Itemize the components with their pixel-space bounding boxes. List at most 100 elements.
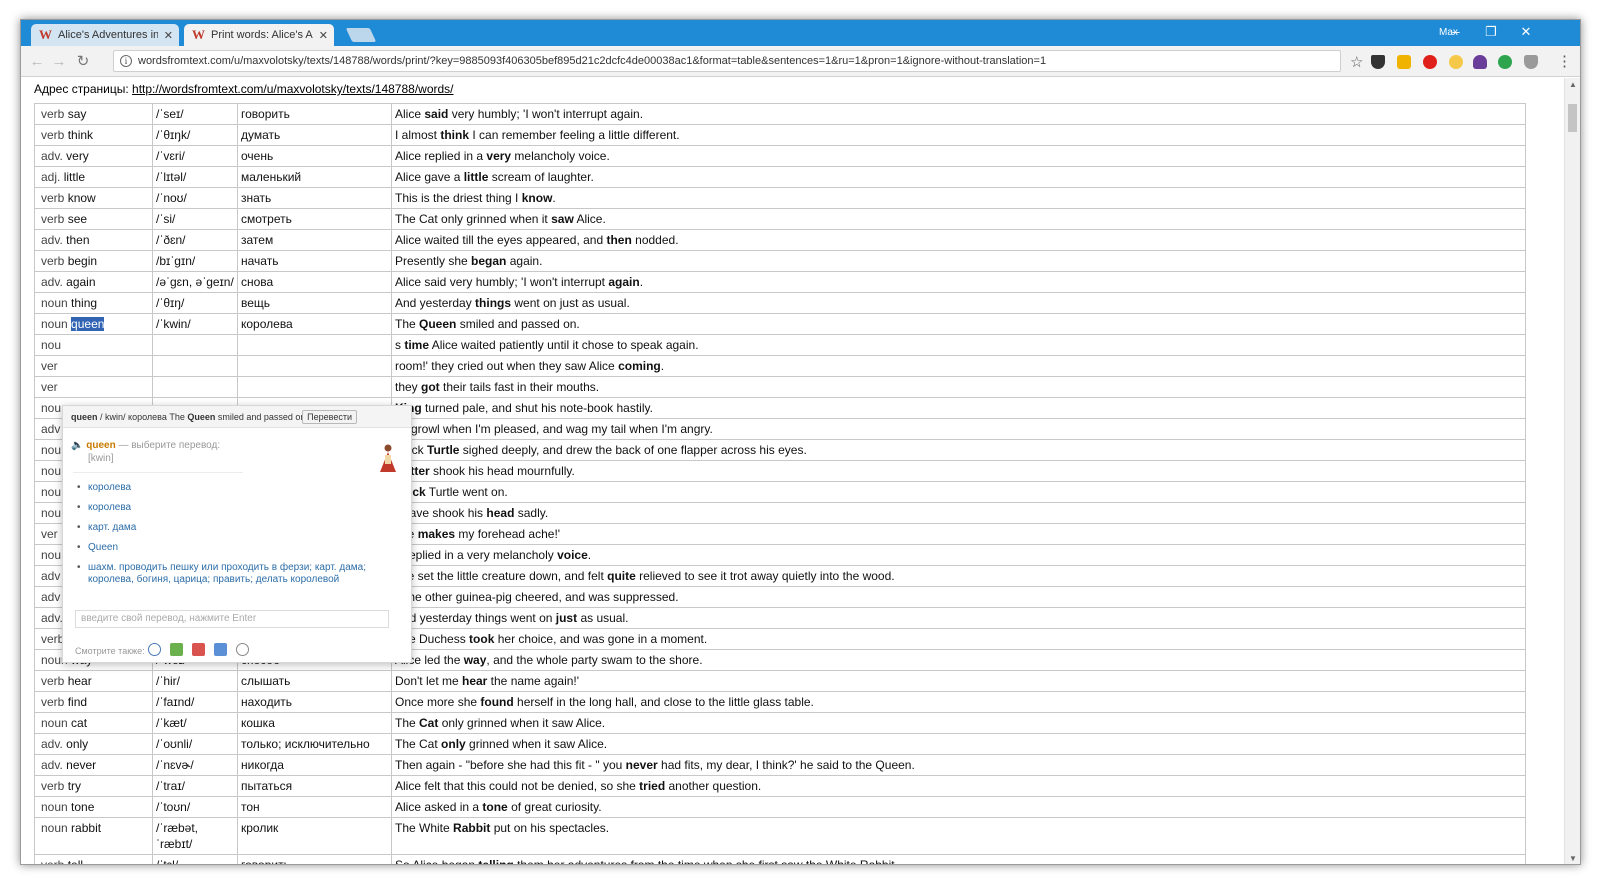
word-cell: noun queen (34, 313, 153, 335)
sentence-keyword: voice (557, 548, 588, 562)
sentence-end: put on his spectacles. (490, 821, 610, 835)
word-cell: verb know (34, 187, 153, 209)
pronunciation-cell: /ˈvɛri/ (152, 145, 238, 167)
translation-option[interactable]: королева (77, 482, 411, 494)
restore-button[interactable]: ❐ (1478, 23, 1504, 41)
speaker-icon[interactable]: 🔈 (71, 440, 83, 451)
green-extension-icon[interactable] (1498, 55, 1512, 69)
word-cell: adv. only (34, 733, 153, 755)
image-search-icon[interactable] (214, 643, 227, 656)
shield-extension-icon[interactable] (1524, 55, 1538, 69)
translation-cell: пытаться (237, 775, 392, 797)
word-text[interactable]: hear (68, 674, 92, 688)
part-of-speech: ver (41, 527, 58, 541)
translation-cell (237, 355, 392, 377)
sentence-start: The (395, 716, 420, 730)
part-of-speech: ver (41, 380, 58, 394)
wikipedia-icon[interactable] (148, 643, 161, 656)
mail-extension-icon[interactable] (1397, 55, 1411, 69)
sentence-end: . (639, 275, 644, 289)
sentence-keyword: began (471, 254, 507, 268)
translate-button[interactable]: Перевести (302, 410, 357, 424)
word-row: noun thing/ˈθɪŋ/вещь And yesterday things… (34, 292, 1526, 314)
sentence-start: The Cat only grinned when it (395, 212, 552, 226)
browser-menu-icon[interactable]: ⋮ (1557, 52, 1572, 70)
tab-print-words[interactable]: W Print words: Alice's Adve ✕ (184, 24, 334, 46)
word-text[interactable]: tell (68, 858, 83, 864)
word-text[interactable]: little (64, 170, 85, 184)
popup-header: queen / kwin/ королева The Queen smiled … (63, 406, 411, 428)
new-tab-button[interactable] (345, 28, 377, 42)
site-favicon-icon: W (192, 27, 205, 42)
pronunciation-cell: /ˈθɪŋk/ (152, 124, 238, 146)
word-text[interactable]: think (68, 128, 93, 142)
word-text[interactable]: find (68, 695, 87, 709)
back-button[interactable]: ← (27, 52, 47, 72)
sentence-cell: King turned pale, and shut his note-book… (391, 397, 1526, 419)
word-text[interactable]: then (66, 233, 89, 247)
google-translate-icon[interactable] (170, 643, 183, 656)
ghost-extension-icon[interactable] (1473, 55, 1487, 69)
word-text[interactable]: rabbit (71, 821, 101, 835)
sentence-cell: The Cat only grinned when it saw Alice. (391, 733, 1526, 755)
sentence-end: another question. (665, 779, 762, 793)
popup-word-line: 🔈 queen — выберите перевод: (71, 440, 220, 451)
word-text[interactable]: try (68, 779, 81, 793)
part-of-speech: verb (41, 254, 65, 268)
word-text[interactable]: see (68, 212, 87, 226)
sentence-cell: Hatter shook his head mournfully. (391, 460, 1526, 482)
address-bar[interactable]: i wordsfromtext.com/u/maxvolotsky/texts/… (113, 50, 1341, 72)
scroll-down-icon[interactable]: ▼ (1565, 852, 1580, 864)
page-address-link[interactable]: http://wordsfromtext.com/u/maxvolotsky/t… (132, 82, 453, 96)
part-of-speech: nou (41, 485, 62, 499)
bookmark-star-icon[interactable]: ☆ (1350, 53, 1363, 71)
scrollbar-thumb[interactable] (1568, 104, 1577, 132)
word-text[interactable]: know (68, 191, 96, 205)
scroll-up-icon[interactable]: ▲ (1565, 78, 1580, 92)
translation-option[interactable]: карт. дама (77, 522, 411, 534)
tab-alices-adventures[interactable]: W Alice's Adventures in Wo ✕ (31, 24, 179, 46)
pronunciation-cell: /ˈnɛvɚ/ (152, 754, 238, 776)
part-of-speech: ver (41, 359, 58, 373)
forward-button[interactable]: → (49, 52, 69, 72)
sentence-cell: And yesterday things went on just as usu… (391, 607, 1526, 629)
translation-option[interactable]: шахм. проводить пешку или проходить в фе… (77, 562, 411, 586)
word-text[interactable]: never (66, 758, 96, 772)
word-text[interactable]: queen (71, 317, 105, 331)
info-icon[interactable]: i (120, 55, 132, 67)
word-text[interactable]: cat (71, 716, 87, 730)
sentence-start: I almost (395, 128, 441, 142)
sentence-keyword: very (486, 149, 512, 163)
translation-option[interactable]: Queen (77, 542, 411, 554)
sentence-keyword: time (404, 338, 430, 352)
word-text[interactable]: tone (71, 800, 94, 814)
word-text[interactable]: thing (71, 296, 97, 310)
sentence-start: Alice gave a (395, 170, 464, 184)
close-window-button[interactable]: ✕ (1513, 23, 1539, 41)
word-text[interactable]: very (66, 149, 89, 163)
sentence-cell: Alice led the way, and the whole party s… (391, 649, 1526, 671)
tab-close-icon[interactable]: ✕ (164, 29, 173, 42)
page-scrollbar[interactable]: ▲ ▼ (1564, 78, 1580, 864)
part-of-speech: adv. (41, 275, 63, 289)
reload-button[interactable]: ↻ (73, 52, 93, 72)
word-cell: noun cat (34, 712, 153, 734)
opera-extension-icon[interactable] (1423, 55, 1437, 69)
sentence-keyword: again (608, 275, 640, 289)
translation-option[interactable]: королева (77, 502, 411, 514)
tab-close-icon[interactable]: ✕ (319, 29, 328, 42)
word-text[interactable]: begin (68, 254, 97, 268)
minimize-button[interactable]: – (1443, 23, 1469, 41)
pronunciation-cell (152, 334, 238, 356)
pocket-extension-icon[interactable] (1371, 55, 1385, 69)
dictionary-book-icon[interactable] (192, 643, 205, 656)
word-text[interactable]: only (66, 737, 88, 751)
custom-translation-input[interactable]: введите свой перевод, нажмите Enter (75, 610, 389, 628)
translation-cell: говорить (237, 854, 392, 864)
popup-head-word: queen (71, 412, 98, 422)
puzzle-extension-icon[interactable] (1449, 55, 1463, 69)
forvo-icon[interactable] (236, 643, 249, 656)
word-text[interactable]: say (68, 107, 87, 121)
word-text[interactable]: again (66, 275, 95, 289)
sentence-end: grinned when it saw Alice. (465, 737, 608, 751)
